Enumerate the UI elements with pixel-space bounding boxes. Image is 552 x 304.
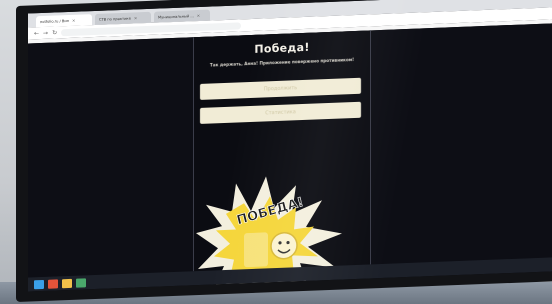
page-title: Победа!	[254, 40, 310, 56]
victory-message: Так держать, Анна! Приложение повержено …	[209, 57, 355, 68]
game-panel: Победа! Так держать, Анна! Приложение по…	[193, 30, 371, 285]
back-icon[interactable]: ←	[34, 30, 39, 37]
close-icon[interactable]: ×	[134, 15, 137, 20]
statistics-button[interactable]: Статистика	[200, 101, 361, 124]
game-page: Победа! Так держать, Анна! Приложение по…	[28, 23, 552, 285]
tab-label: notfolio.ru / Вин	[40, 18, 70, 24]
screen: notfolio.ru / Вин × СТВ по практике × Му…	[28, 0, 552, 292]
tab-label: Муниципальный ...	[158, 13, 194, 20]
app-icon[interactable]	[76, 277, 86, 288]
close-icon[interactable]: ×	[72, 18, 75, 23]
reload-icon[interactable]: ↻	[52, 29, 57, 36]
windows-start-icon[interactable]	[34, 279, 44, 289]
character-face	[270, 231, 298, 260]
close-icon[interactable]: ×	[197, 13, 200, 18]
monitor: notfolio.ru / Вин × СТВ по практике × Му…	[16, 0, 552, 303]
continue-button[interactable]: Продолжить	[200, 77, 361, 100]
tab-label: СТВ по практике	[99, 16, 131, 22]
browser-icon[interactable]	[48, 278, 58, 289]
forward-icon[interactable]: →	[43, 29, 48, 36]
character-body	[244, 232, 268, 268]
folder-icon[interactable]	[62, 278, 72, 288]
